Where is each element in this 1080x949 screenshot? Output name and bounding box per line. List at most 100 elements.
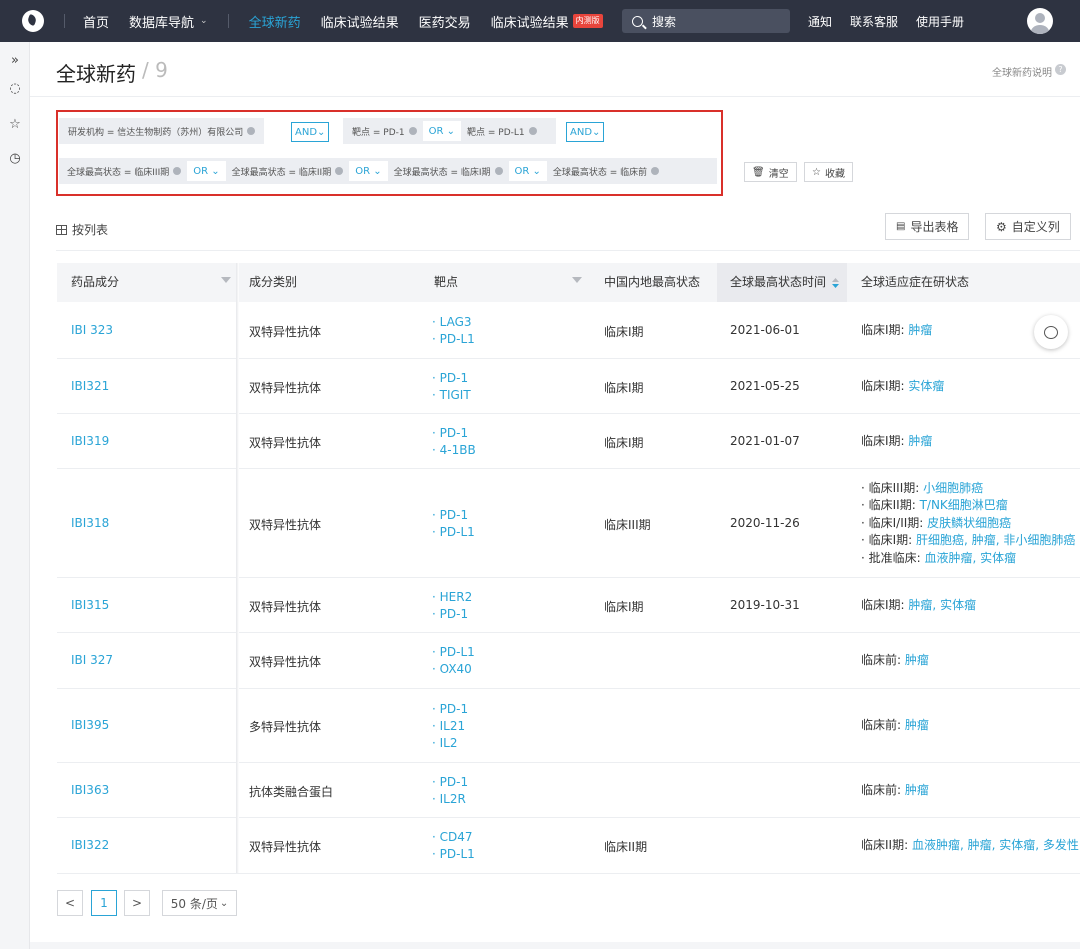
nav-clinical-results-beta[interactable]: 临床试验结果 内测版 — [491, 12, 603, 31]
export-button[interactable]: ▤ 导出表格 — [885, 213, 970, 240]
indication-link[interactable]: 血液肿瘤 — [925, 551, 973, 565]
remove-icon[interactable] — [528, 127, 537, 135]
filter-chip-label[interactable]: 全球最高状态 = 临床I期 — [394, 165, 491, 178]
save-button[interactable]: ☆ 收藏 — [804, 162, 853, 182]
target-link[interactable]: · TIGIT — [432, 387, 471, 404]
indication-link[interactable]: 肿瘤 — [908, 598, 932, 612]
drug-name-link[interactable]: IBI321 — [71, 379, 109, 393]
target-link[interactable]: · IL21 — [432, 718, 468, 735]
indication-link[interactable]: 实体瘤 — [908, 379, 944, 393]
col-drug[interactable]: 药品成分 — [71, 263, 119, 302]
drug-name-link[interactable]: IBI322 — [71, 838, 109, 852]
target-link[interactable]: · OX40 — [432, 661, 475, 678]
col-cn-status[interactable]: 中国内地最高状态 — [604, 263, 700, 302]
indication-link[interactable]: 肿瘤 — [908, 323, 932, 337]
indication-link[interactable]: 实体瘤 — [940, 598, 976, 612]
target-link[interactable]: · PD-1 — [432, 774, 468, 791]
nav-clinical-results[interactable]: 临床试验结果 — [321, 12, 399, 31]
sort-icon[interactable] — [832, 278, 839, 288]
drug-name-link[interactable]: IBI318 — [71, 516, 109, 530]
target-link[interactable]: · PD-L1 — [432, 331, 475, 348]
drug-name-link[interactable]: IBI363 — [71, 783, 109, 797]
clear-button[interactable]: 🗑 清空 — [744, 162, 797, 182]
remove-icon[interactable] — [651, 167, 660, 175]
indication-link[interactable]: 肿瘤 — [968, 838, 992, 852]
filter-chip-label[interactable]: 靶点 = PD-1 — [352, 125, 405, 138]
filter-chip[interactable]: 研发机构 = 信达生物制药（苏州）有限公司 — [59, 118, 265, 144]
page-number-button[interactable]: 1 — [91, 890, 117, 916]
logic-toggle[interactable]: OR ⌄ — [508, 161, 547, 181]
chat-bubble-icon[interactable] — [1034, 315, 1068, 349]
page-size-select[interactable]: 50 条/页 ⌄ — [162, 890, 237, 916]
logic-toggle[interactable]: OR ⌄ — [422, 121, 461, 141]
nav-global-new-drugs[interactable]: 全球新药 — [249, 12, 301, 31]
nav-db-dropdown[interactable]: 数据库导航 ⌄ — [129, 12, 208, 31]
drug-name-link[interactable]: IBI319 — [71, 434, 109, 448]
filter-icon[interactable] — [221, 277, 231, 283]
nav-support[interactable]: 联系客服 — [850, 13, 898, 30]
indication-link[interactable]: 非小细胞肺癌 — [1003, 533, 1075, 547]
target-link[interactable]: · IL2 — [432, 735, 468, 752]
remove-icon[interactable] — [173, 167, 182, 175]
target-link[interactable]: · HER2 — [432, 589, 472, 606]
target-link[interactable]: · PD-L1 — [432, 524, 475, 541]
target-link[interactable]: · CD47 — [432, 829, 475, 846]
indication-link[interactable]: 肿瘤 — [905, 653, 929, 667]
filter-chip-label[interactable]: 全球最高状态 = 临床III期 — [67, 165, 169, 178]
indication-link[interactable]: 肿瘤 — [905, 783, 929, 797]
view-toggle[interactable]: 按列表 — [56, 221, 108, 238]
help-link[interactable]: 全球新药说明 — [992, 64, 1052, 79]
indication-link[interactable]: 肿瘤 — [972, 533, 996, 547]
prev-page-button[interactable]: < — [57, 890, 83, 916]
star-icon[interactable]: ☆ — [8, 118, 22, 132]
indication-link[interactable]: 小细胞肺癌 — [923, 481, 983, 495]
indication-link[interactable]: T/NK细胞淋巴瘤 — [920, 498, 1008, 512]
target-link[interactable]: · 4-1BB — [432, 442, 476, 459]
expand-icon[interactable]: » — [8, 54, 22, 68]
indication-link[interactable]: 肿瘤 — [908, 434, 932, 448]
target-link[interactable]: · PD-1 — [432, 701, 468, 718]
indication-link[interactable]: 多发性 — [1043, 838, 1079, 852]
logic-toggle[interactable]: AND ⌄ — [291, 122, 330, 142]
target-link[interactable]: · PD-1 — [432, 370, 471, 387]
nav-home[interactable]: 首页 — [83, 12, 109, 31]
target-link[interactable]: · LAG3 — [432, 314, 475, 331]
next-page-button[interactable]: > — [124, 890, 150, 916]
logic-toggle[interactable]: AND ⌄ — [566, 122, 605, 142]
search-input[interactable]: 搜索 — [622, 9, 790, 33]
target-link[interactable]: · PD-1 — [432, 606, 472, 623]
target-link[interactable]: · PD-L1 — [432, 644, 475, 661]
drug-name-link[interactable]: IBI 323 — [71, 323, 113, 337]
target-link[interactable]: · PD-1 — [432, 425, 476, 442]
col-indications[interactable]: 全球适应症在研状态 — [861, 263, 969, 302]
col-global-date[interactable]: 全球最高状态时间 — [717, 263, 847, 302]
target-link[interactable]: · IL2R — [432, 791, 468, 808]
clock-icon[interactable]: ◷ — [8, 152, 22, 166]
drug-name-link[interactable]: IBI315 — [71, 598, 109, 612]
remove-icon[interactable] — [335, 167, 344, 175]
nav-manual[interactable]: 使用手册 — [916, 13, 964, 30]
filter-chip-label[interactable]: 全球最高状态 = 临床II期 — [232, 165, 332, 178]
indication-link[interactable]: 实体瘤 — [999, 838, 1035, 852]
indication-link[interactable]: 皮肤鳞状细胞癌 — [927, 516, 1011, 530]
nav-notify[interactable]: 通知 — [808, 13, 832, 30]
logic-toggle[interactable]: OR ⌄ — [349, 161, 388, 181]
col-category[interactable]: 成分类别 — [249, 263, 297, 302]
filter-icon[interactable] — [572, 277, 582, 283]
drug-name-link[interactable]: IBI 327 — [71, 653, 113, 667]
logo[interactable] — [22, 10, 44, 32]
help-icon[interactable]: ? — [1055, 64, 1066, 75]
remove-icon[interactable] — [408, 127, 417, 135]
target-link[interactable]: · PD-1 — [432, 507, 475, 524]
remove-icon[interactable] — [494, 167, 503, 175]
remove-icon[interactable] — [247, 127, 256, 135]
indication-link[interactable]: 肿瘤 — [905, 718, 929, 732]
filter-chip-label[interactable]: 靶点 = PD-L1 — [467, 125, 525, 138]
avatar[interactable] — [1027, 8, 1053, 34]
drug-name-link[interactable]: IBI395 — [71, 718, 109, 732]
chat-icon[interactable]: ◌ — [8, 82, 22, 96]
indication-link[interactable]: 实体瘤 — [980, 551, 1016, 565]
col-target[interactable]: 靶点 — [434, 263, 458, 302]
custom-columns-button[interactable]: ⚙ 自定义列 — [985, 213, 1071, 240]
target-link[interactable]: · PD-L1 — [432, 846, 475, 863]
